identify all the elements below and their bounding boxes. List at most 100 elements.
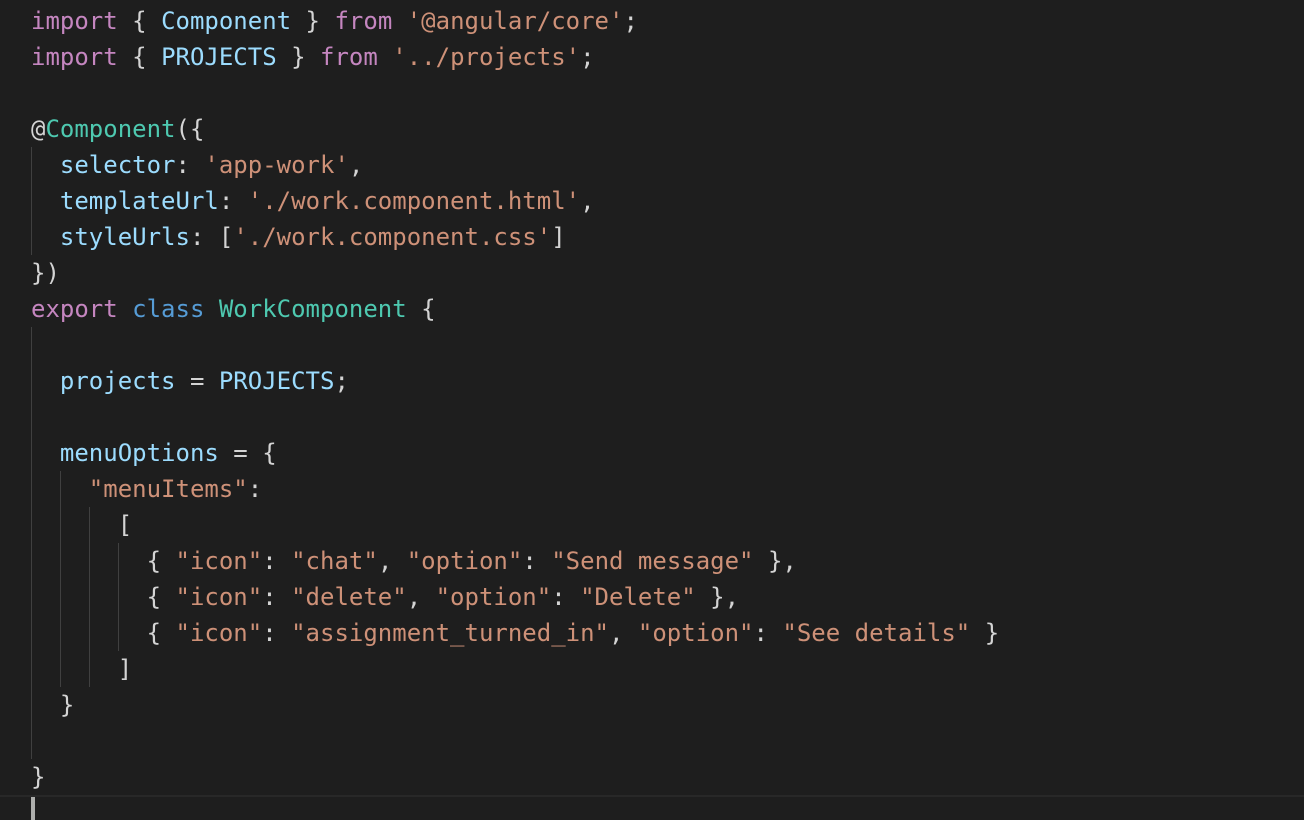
- code-token: ,: [377, 547, 407, 575]
- code-line[interactable]: [31, 75, 999, 111]
- code-token: "assignment_turned_in": [291, 619, 609, 647]
- code-token: }: [291, 7, 335, 35]
- code-token: ]: [31, 655, 133, 683]
- code-token: },: [753, 547, 797, 575]
- code-token: :: [262, 583, 292, 611]
- code-token: "icon": [175, 547, 263, 575]
- code-token: import: [31, 43, 118, 71]
- code-token: :: [551, 583, 581, 611]
- code-token: './work.component.html': [247, 187, 581, 215]
- code-line[interactable]: { "icon": "delete", "option": "Delete" }…: [31, 579, 999, 615]
- code-token: =: [175, 367, 219, 395]
- code-token: :: [262, 619, 292, 647]
- code-token: "See details": [782, 619, 971, 647]
- code-line[interactable]: [: [31, 507, 999, 543]
- code-line[interactable]: { "icon": "assignment_turned_in", "optio…: [31, 615, 1000, 651]
- code-token: ]: [551, 223, 566, 251]
- code-token: :: [218, 187, 248, 215]
- code-token: :: [262, 547, 292, 575]
- code-token: [: [31, 511, 133, 539]
- code-token: }: [970, 619, 1000, 647]
- code-token: {: [117, 7, 162, 35]
- code-token: "Delete": [580, 583, 696, 611]
- code-line[interactable]: [31, 327, 999, 363]
- code-token: templateUrl: [59, 187, 219, 215]
- code-line[interactable]: menuOptions = {: [31, 435, 999, 471]
- code-line[interactable]: export class WorkComponent {: [31, 291, 999, 327]
- code-token: {: [117, 43, 162, 71]
- code-line[interactable]: @Component({: [31, 111, 999, 147]
- code-token: = {: [218, 439, 277, 467]
- code-token: {: [31, 619, 176, 647]
- code-line[interactable]: selector: 'app-work',: [31, 147, 999, 183]
- code-token: menuOptions: [59, 439, 219, 467]
- code-token: from: [320, 43, 378, 71]
- code-line[interactable]: }: [31, 687, 999, 723]
- code-token: :: [247, 475, 263, 503]
- code-line[interactable]: [31, 795, 999, 820]
- code-line[interactable]: ]: [31, 651, 999, 687]
- code-editor[interactable]: import { Component } from '@angular/core…: [0, 0, 1304, 820]
- code-token: export: [31, 295, 118, 323]
- code-token: {: [31, 547, 176, 575]
- code-line[interactable]: }): [31, 255, 999, 291]
- code-token: :: [175, 151, 205, 179]
- code-line[interactable]: [31, 723, 999, 759]
- code-token: "delete": [291, 583, 407, 611]
- code-token: :: [753, 619, 783, 647]
- code-token: PROJECTS: [161, 43, 277, 71]
- code-token: "icon": [175, 619, 263, 647]
- code-token: ,: [609, 619, 638, 647]
- code-token: '../projects': [392, 43, 581, 71]
- code-line[interactable]: templateUrl: './work.component.html',: [31, 183, 999, 219]
- code-token: "icon": [175, 583, 263, 611]
- code-token: class: [132, 295, 205, 323]
- code-token: : [: [189, 223, 234, 251]
- code-line[interactable]: { "icon": "chat", "option": "Send messag…: [31, 543, 999, 579]
- code-token: {: [31, 583, 176, 611]
- code-token: ;: [623, 7, 638, 35]
- code-token: ({: [175, 115, 205, 143]
- code-token: projects: [59, 367, 176, 395]
- code-token: "option": [435, 583, 552, 611]
- code-token: "chat": [291, 547, 378, 575]
- code-token: @: [31, 115, 46, 143]
- code-token: }): [31, 259, 60, 287]
- code-line[interactable]: [31, 399, 999, 435]
- code-token: WorkComponent: [218, 295, 407, 323]
- code-token: "option": [406, 547, 523, 575]
- code-line[interactable]: import { Component } from '@angular/core…: [31, 3, 999, 39]
- code-line[interactable]: import { PROJECTS } from '../projects';: [31, 39, 999, 75]
- code-token: :: [522, 547, 552, 575]
- code-line[interactable]: }: [31, 759, 999, 795]
- code-token: './work.component.css': [233, 223, 552, 251]
- code-line[interactable]: projects = PROJECTS;: [31, 363, 999, 399]
- code-line[interactable]: "menuItems":: [31, 471, 999, 507]
- code-token: }: [31, 691, 75, 719]
- code-token: "Send message": [551, 547, 754, 575]
- code-line[interactable]: styleUrls: ['./work.component.css']: [31, 219, 999, 255]
- code-token: "option": [637, 619, 754, 647]
- code-token: ,: [406, 583, 436, 611]
- code-text[interactable]: import { Component } from '@angular/core…: [31, 3, 999, 820]
- code-token: {: [406, 295, 436, 323]
- code-token: ;: [580, 43, 595, 71]
- code-token: 'app-work': [204, 151, 349, 179]
- code-token: PROJECTS: [218, 367, 335, 395]
- code-token: styleUrls: [59, 223, 190, 251]
- code-token: }: [276, 43, 321, 71]
- code-token: Component: [45, 115, 176, 143]
- code-token: '@angular/core': [406, 7, 624, 35]
- code-token: ;: [334, 367, 349, 395]
- code-token: from: [334, 7, 393, 35]
